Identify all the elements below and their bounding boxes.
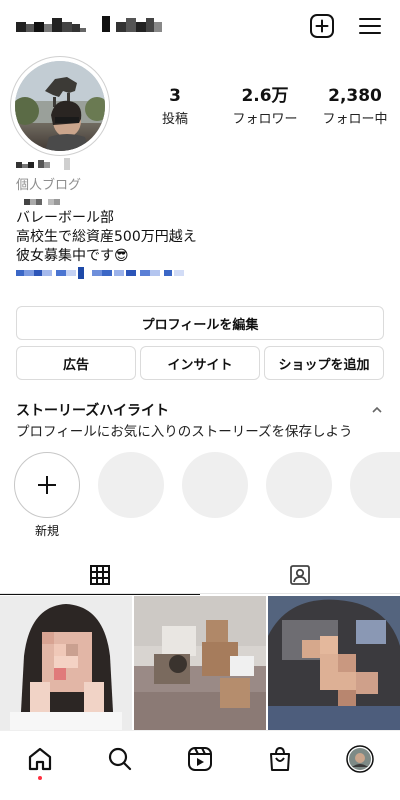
post-thumbnail[interactable] <box>0 596 132 730</box>
add-shop-button[interactable]: ショップを追加 <box>264 346 384 380</box>
username-pixelated[interactable] <box>16 14 162 38</box>
following-count: 2,380 <box>328 86 382 106</box>
stat-posts[interactable]: 3 投稿 <box>130 86 220 127</box>
reels-icon <box>188 746 212 771</box>
bio-pixelated-line <box>16 195 386 209</box>
ads-button[interactable]: 広告 <box>16 346 136 380</box>
followers-count: 2.6万 <box>241 86 289 106</box>
edit-profile-button[interactable]: プロフィールを編集 <box>16 306 384 340</box>
profile-tabs <box>0 556 400 595</box>
avatar-photo <box>15 61 105 151</box>
nav-home[interactable] <box>0 731 80 786</box>
highlight-placeholder <box>266 452 332 518</box>
posts-count: 3 <box>169 86 181 106</box>
bio-link-pixelated[interactable] <box>16 266 386 282</box>
profile-avatar[interactable] <box>10 56 110 156</box>
highlight-placeholder <box>182 452 248 518</box>
notification-dot <box>38 776 42 780</box>
following-label: フォロー中 <box>322 112 388 127</box>
hamburger-menu-icon[interactable] <box>356 12 384 40</box>
insights-button[interactable]: インサイト <box>140 346 260 380</box>
highlight-placeholder <box>98 452 164 518</box>
nav-reels[interactable] <box>160 731 240 786</box>
new-highlight-button[interactable] <box>14 452 80 518</box>
stat-followers[interactable]: 2.6万 フォロワー <box>220 86 310 127</box>
top-bar <box>0 0 400 54</box>
display-name-pixelated <box>16 158 386 176</box>
profile-stats: 3 投稿 2.6万 フォロワー 2,380 フォロー中 <box>130 86 400 127</box>
tagged-person-icon <box>290 565 310 585</box>
bio-line-1: バレーボール部 <box>16 210 114 226</box>
bottom-navigation <box>0 730 400 786</box>
shop-bag-icon <box>270 746 290 771</box>
posts-label: 投稿 <box>161 112 188 127</box>
followers-label: フォロワー <box>232 112 298 127</box>
post-thumbnail[interactable] <box>134 596 266 730</box>
grid-icon <box>90 565 110 585</box>
search-icon <box>108 747 132 770</box>
post-grid <box>0 596 400 730</box>
tab-posts-grid[interactable] <box>0 556 200 595</box>
nav-search[interactable] <box>80 731 160 786</box>
bio-line-2: 高校生で総資産500万円越え <box>16 229 197 245</box>
chevron-up-icon[interactable] <box>370 402 384 416</box>
active-tab-indicator <box>0 593 200 595</box>
sunglasses-emoji: 😎 <box>114 248 129 264</box>
bio-line-3: 彼女募集中です😎 <box>16 248 129 264</box>
highlight-placeholder <box>350 452 400 518</box>
plus-icon <box>38 476 56 494</box>
tab-tagged[interactable] <box>200 556 400 594</box>
home-icon <box>28 747 52 770</box>
profile-category: 個人ブログ <box>16 178 82 193</box>
profile-bio: 個人ブログ バレーボール部 高校生で総資産500万円越え 彼女募集中です😎 <box>16 158 386 282</box>
post-thumbnail[interactable] <box>268 596 400 730</box>
profile-avatar-icon <box>346 744 374 773</box>
stat-following[interactable]: 2,380 フォロー中 <box>310 86 400 127</box>
new-highlight-label: 新規 <box>34 524 59 538</box>
plus-square-icon[interactable] <box>308 12 336 40</box>
nav-shop[interactable] <box>240 731 320 786</box>
nav-profile[interactable] <box>320 731 400 786</box>
highlights-title: ストーリーズハイライト <box>16 403 170 419</box>
highlights-subtitle: プロフィールにお気に入りのストーリーズを保存しよう <box>16 424 353 440</box>
